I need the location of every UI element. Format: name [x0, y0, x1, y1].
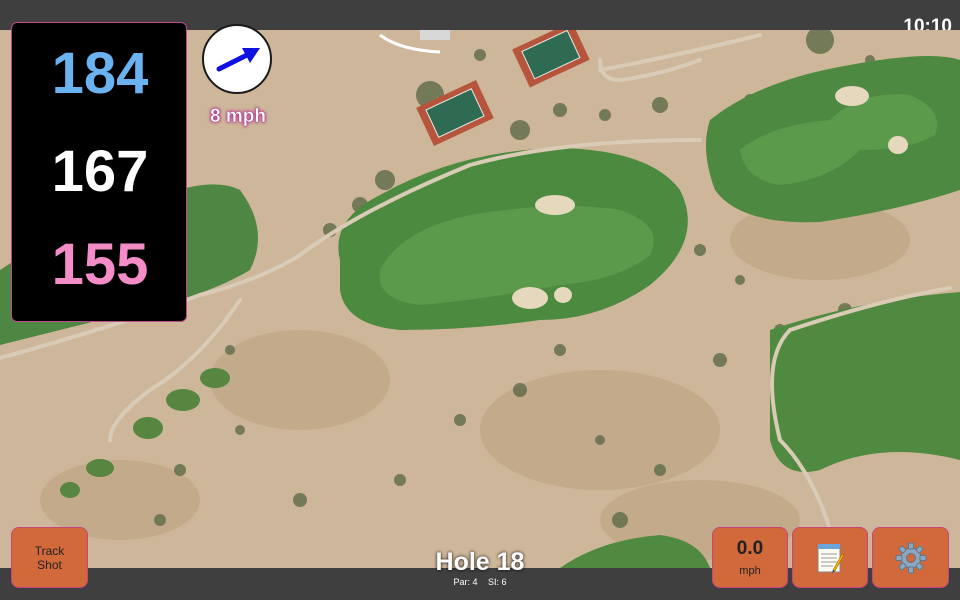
yardage-panel: 184 167 155: [11, 22, 187, 322]
hole-par: Par: 4: [453, 577, 478, 587]
hole-title: Hole 18: [435, 548, 525, 576]
track-shot-label-line1: Track: [34, 543, 65, 558]
yardage-front: 155: [51, 232, 149, 297]
hole-info: Par: 4 SI: 6: [380, 577, 580, 587]
wind-speed: 8 mph: [210, 106, 266, 127]
speed-unit: mph: [739, 565, 761, 577]
yardage-middle: 167: [51, 139, 149, 204]
hole-stroke-index: SI: 6: [488, 577, 507, 587]
track-shot-button[interactable]: Track Shot: [11, 527, 88, 588]
yardage-back: 184: [51, 41, 149, 106]
speed-button[interactable]: 0.0 mph: [712, 527, 788, 588]
notepad-icon: [817, 543, 845, 573]
speed-value: 0.0: [736, 538, 764, 559]
track-shot-label-line2: Shot: [37, 557, 62, 572]
settings-button[interactable]: [872, 527, 949, 588]
wind-direction-arrow-icon: [216, 48, 260, 72]
wind-indicator: [202, 24, 272, 94]
gear-icon: [895, 542, 926, 573]
notes-button[interactable]: [792, 527, 868, 588]
